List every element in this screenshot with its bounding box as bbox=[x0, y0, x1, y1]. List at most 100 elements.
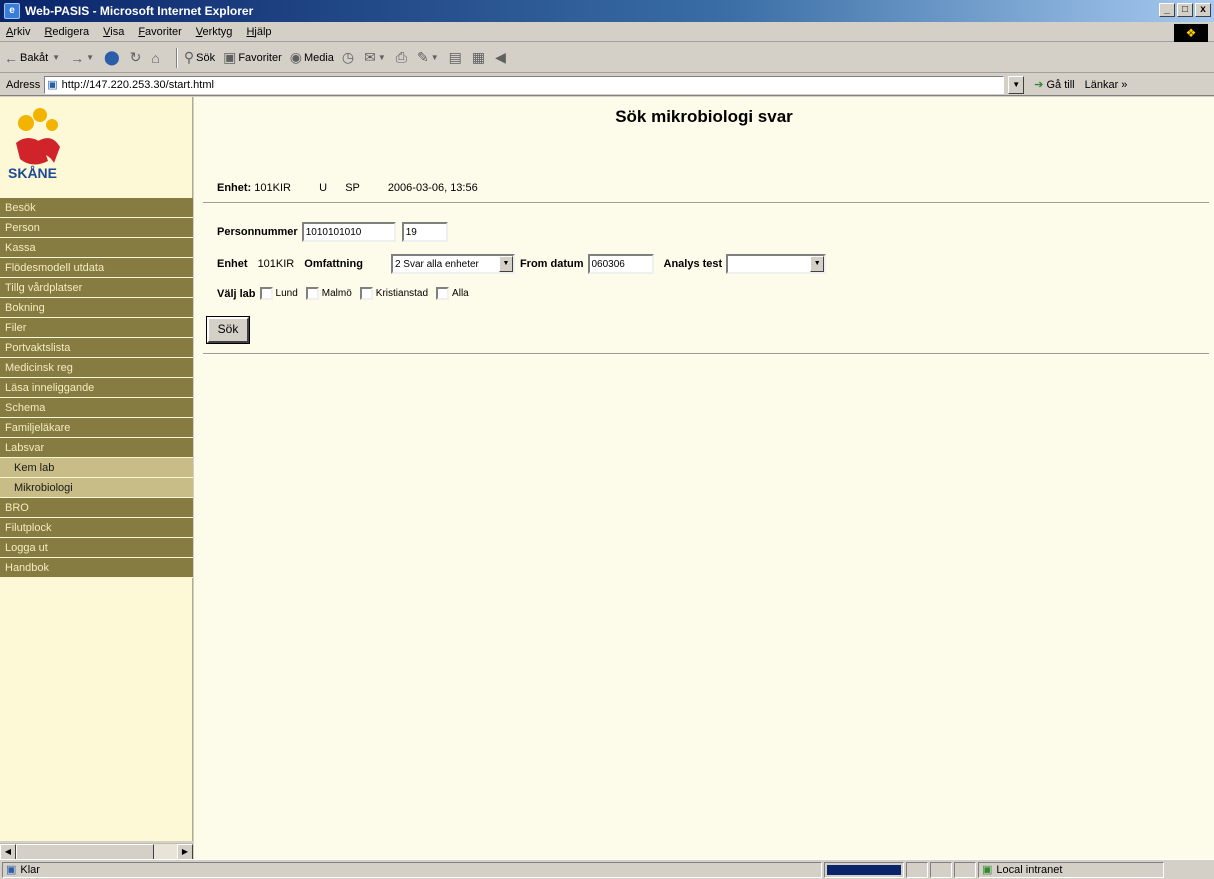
info-sp: SP bbox=[345, 182, 360, 194]
favorites-button[interactable]: ▣ Favoriter bbox=[223, 49, 282, 66]
forward-button[interactable]: → ▼ bbox=[70, 50, 96, 66]
info-datetime: 2006-03-06, 13:56 bbox=[387, 182, 478, 194]
intranet-zone-icon: ▣ bbox=[982, 864, 993, 876]
unit-info-line: Enhet: 101KIR U SP 2006-03-06, 13:56 bbox=[217, 182, 478, 194]
sidebar-item-labsvar[interactable]: Labsvar bbox=[0, 438, 193, 458]
address-label: Adress bbox=[6, 78, 41, 91]
search-icon: ⚲ bbox=[183, 49, 195, 65]
scroll-right-button[interactable]: ▶ bbox=[177, 844, 193, 860]
chevron-down-icon: ▼ bbox=[810, 256, 825, 272]
stop-button[interactable]: ⬤ bbox=[104, 49, 122, 66]
research-icon: ▦ bbox=[471, 49, 486, 65]
logo-text: SKÅNE bbox=[8, 165, 58, 181]
lab-kristianstad-checkbox[interactable] bbox=[359, 287, 373, 300]
menu-bar: Arkiv Redigera Visa Favoriter Verktyg Hj… bbox=[0, 22, 1214, 42]
media-label: Media bbox=[303, 51, 334, 64]
sidebar-item-kassa[interactable]: Kassa bbox=[0, 238, 193, 258]
sidebar-item-filutplock[interactable]: Filutplock bbox=[0, 518, 193, 538]
links-button[interactable]: Länkar » bbox=[1085, 79, 1128, 91]
history-button[interactable]: ◷ bbox=[342, 49, 356, 66]
security-zone-panel: ▣ Local intranet bbox=[978, 861, 1164, 878]
edit-button[interactable]: ✎ ▼ bbox=[417, 49, 441, 66]
menu-visa[interactable]: Visa bbox=[103, 26, 124, 38]
sidebar-item-tillg-vardplatser[interactable]: Tillg vårdplatser bbox=[0, 278, 193, 298]
omfattning-select[interactable]: 2 Svar alla enheter ▼ bbox=[390, 254, 515, 274]
zone-text: Local intranet bbox=[996, 863, 1063, 876]
valj-lab-row: Välj lab Lund Malmö Kristianstad Alla bbox=[217, 287, 477, 300]
progress-bar bbox=[824, 861, 904, 878]
menu-arkiv[interactable]: Arkiv bbox=[6, 26, 30, 38]
sidebar: SKÅNE Besök Person Kassa Flödesmodell ut… bbox=[0, 97, 193, 841]
address-dropdown-button[interactable]: ▼ bbox=[1008, 75, 1025, 94]
info-enhet-value: 101KIR bbox=[254, 182, 291, 194]
messenger-icon: ◀ bbox=[495, 49, 506, 65]
go-button[interactable]: ➔ Gå till bbox=[1034, 78, 1074, 92]
scroll-thumb[interactable] bbox=[16, 844, 154, 860]
stop-icon: ⬤ bbox=[103, 49, 120, 65]
sidebar-item-person[interactable]: Person bbox=[0, 218, 193, 238]
lab-malmo-label: Malmö bbox=[321, 288, 352, 299]
minimize-button[interactable]: _ bbox=[1159, 3, 1175, 17]
page-title: Sök mikrobiologi svar bbox=[615, 107, 793, 126]
sidebar-item-familjelakare[interactable]: Familjeläkare bbox=[0, 418, 193, 438]
print-button[interactable]: ⎙ bbox=[396, 49, 409, 66]
search-label: Sök bbox=[196, 51, 216, 64]
back-button[interactable]: ← Bakåt ▼ bbox=[4, 50, 62, 66]
sidebar-item-flodesmodell[interactable]: Flödesmodell utdata bbox=[0, 258, 193, 278]
close-button[interactable]: x bbox=[1195, 3, 1211, 17]
status-panel-empty bbox=[954, 861, 976, 878]
menu-verktyg[interactable]: Verktyg bbox=[196, 26, 233, 38]
scroll-left-button[interactable]: ◀ bbox=[0, 844, 16, 860]
lab-lund-checkbox[interactable] bbox=[259, 287, 273, 300]
maximize-button[interactable]: □ bbox=[1177, 3, 1193, 17]
sidebar-item-filer[interactable]: Filer bbox=[0, 318, 193, 338]
media-icon: ◉ bbox=[289, 49, 302, 65]
sidebar-subitem-kem-lab[interactable]: Kem lab bbox=[0, 458, 193, 478]
media-button[interactable]: ◉ Media bbox=[290, 49, 334, 66]
sidebar-item-portvaktslista[interactable]: Portvaktslista bbox=[0, 338, 193, 358]
sidebar-item-lasa-inneliggande[interactable]: Läsa inneliggande bbox=[0, 378, 193, 398]
chevron-down-icon: ▼ bbox=[430, 53, 439, 62]
page-done-icon: ▣ bbox=[6, 864, 17, 876]
back-label: Bakåt bbox=[20, 51, 49, 64]
sidebar-item-besok[interactable]: Besök bbox=[0, 198, 193, 218]
sidebar-item-bokning[interactable]: Bokning bbox=[0, 298, 193, 318]
ie-icon: e bbox=[4, 3, 20, 19]
menu-hjalp[interactable]: Hjälp bbox=[246, 26, 271, 38]
analys-test-select[interactable]: ▼ bbox=[726, 254, 827, 274]
discuss-button[interactable]: ▤ bbox=[449, 49, 464, 66]
analys-test-label: Analys test bbox=[663, 258, 723, 270]
status-bar: ▣ Klar ▣ Local intranet bbox=[0, 859, 1214, 879]
from-datum-input[interactable] bbox=[587, 254, 654, 274]
go-arrow-icon: ➔ bbox=[1034, 79, 1044, 91]
mail-button[interactable]: ✉ ▼ bbox=[364, 49, 388, 66]
sidebar-item-schema[interactable]: Schema bbox=[0, 398, 193, 418]
windows-logo-icon: ❖ bbox=[1174, 24, 1208, 42]
lab-lund-label: Lund bbox=[275, 288, 298, 299]
home-button[interactable]: ⌂ bbox=[151, 50, 161, 66]
favorites-icon: ▣ bbox=[223, 49, 237, 65]
research-button[interactable]: ▦ bbox=[472, 49, 487, 66]
century-input[interactable] bbox=[401, 222, 448, 242]
sidebar-item-bro[interactable]: BRO bbox=[0, 498, 193, 518]
back-arrow-icon: ← bbox=[4, 49, 18, 66]
menu-favoriter[interactable]: Favoriter bbox=[138, 26, 181, 38]
sidebar-item-logga-ut[interactable]: Logga ut bbox=[0, 538, 193, 558]
search-button[interactable]: ⚲ Sök bbox=[184, 49, 215, 66]
lab-alla-label: Alla bbox=[452, 288, 469, 299]
lab-malmo-checkbox[interactable] bbox=[305, 287, 319, 300]
address-input[interactable]: ▣ http://147.220.253.30/start.html bbox=[44, 75, 1005, 94]
search-submit-button[interactable]: Sök bbox=[206, 316, 250, 344]
refresh-button[interactable]: ↻ bbox=[130, 49, 144, 66]
status-main-panel: ▣ Klar bbox=[2, 861, 822, 878]
sidebar-item-handbok[interactable]: Handbok bbox=[0, 558, 193, 578]
menu-redigera[interactable]: Redigera bbox=[44, 26, 89, 38]
sidebar-item-medicinsk-reg[interactable]: Medicinsk reg bbox=[0, 358, 193, 378]
window-controls: _ □ x bbox=[1159, 3, 1211, 17]
messenger-button[interactable]: ◀ bbox=[495, 49, 508, 66]
sidebar-subitem-mikrobiologi[interactable]: Mikrobiologi bbox=[0, 478, 193, 498]
lab-alla-checkbox[interactable] bbox=[436, 287, 450, 300]
page-icon: ▣ bbox=[47, 79, 58, 91]
personnummer-input[interactable] bbox=[301, 222, 396, 242]
sidebar-horizontal-scrollbar[interactable]: ◀ ▶ bbox=[0, 843, 193, 860]
